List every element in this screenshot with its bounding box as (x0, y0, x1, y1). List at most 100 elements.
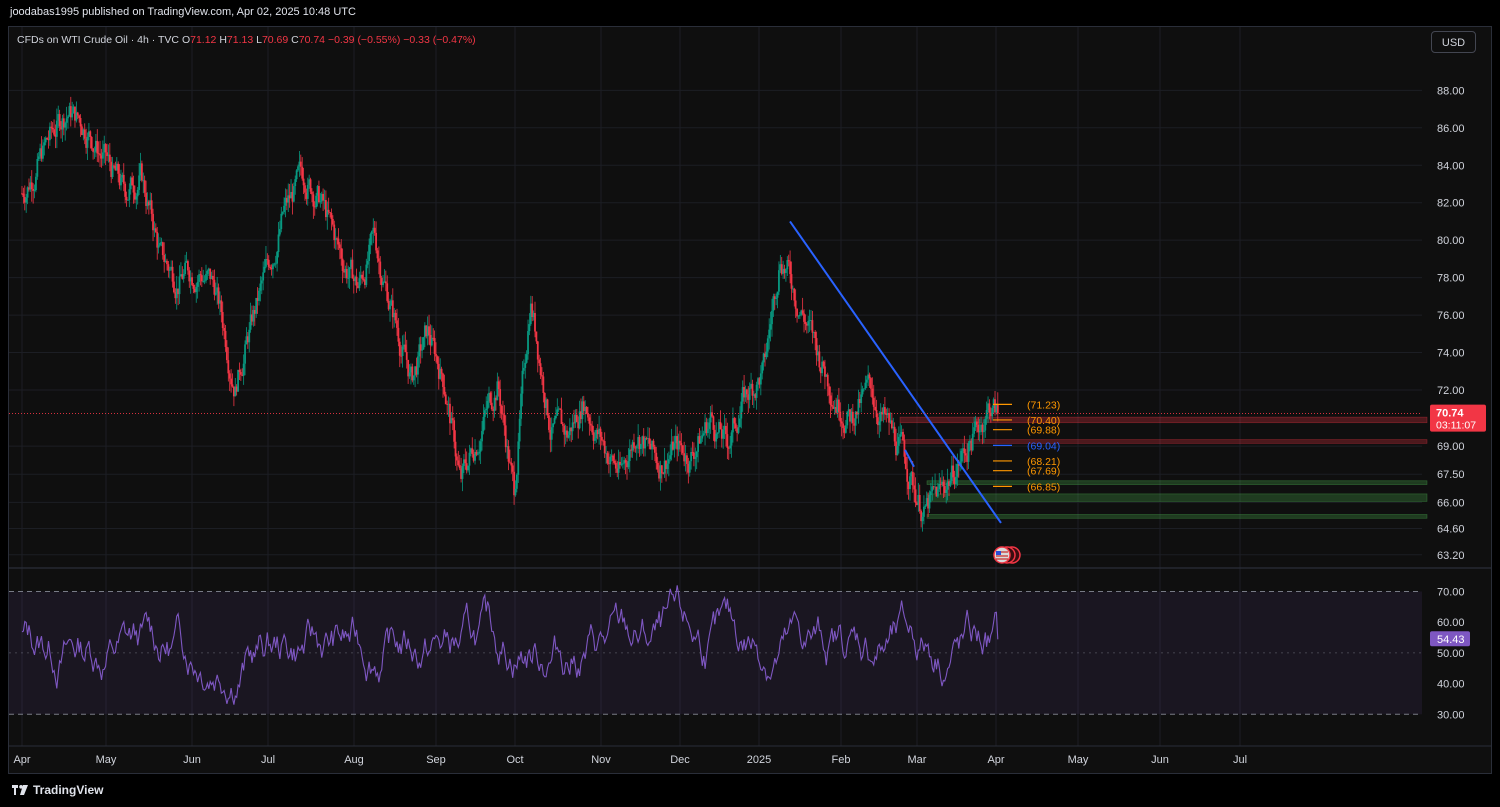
candle-body (840, 421, 843, 424)
candle-body (525, 354, 528, 363)
candle-body (186, 261, 189, 271)
candle-body (311, 191, 313, 195)
candle-body (807, 321, 810, 326)
open-value: 71.12 (190, 34, 217, 46)
candle-body (759, 373, 762, 385)
support-zone (926, 514, 1428, 519)
candle-body (606, 453, 609, 464)
candle-body (588, 417, 591, 424)
candle-body (984, 418, 987, 431)
candle-body (601, 436, 603, 441)
candle-body (761, 362, 764, 374)
candle-body (522, 367, 525, 371)
candle-body (924, 505, 927, 507)
candle-body (511, 465, 514, 472)
candle-body (699, 438, 702, 444)
chart-canvas[interactable]: (71.23)(70.40)(69.88)(69.04)(68.21)(67.6… (0, 0, 1500, 807)
resistance-zone (899, 439, 1428, 444)
price-tick-label: 67.50 (1437, 469, 1465, 481)
symbol-name[interactable]: CFDs on WTI Crude Oil · 4h · TVC (17, 34, 179, 46)
candle-body (725, 425, 727, 435)
candle-body (870, 378, 872, 389)
candle-body (48, 126, 51, 141)
candle-body (681, 445, 684, 454)
candle-body (883, 407, 886, 414)
candle-body (745, 389, 748, 395)
rsi-axis[interactable]: 70.00 60.00 50.00 40.00 30.00 54.43 (1430, 586, 1470, 721)
candle-body (457, 460, 460, 466)
price-axis[interactable]: 88.00 86.00 84.00 82.00 80.00 78.00 76.00 74.00… (9, 85, 1486, 562)
candle-body (656, 462, 659, 470)
candle-body (539, 363, 542, 376)
time-axis[interactable]: Apr May Jun Jul Aug Sep Oct Nov Dec 2025 Feb Mar Apr… (13, 754, 1247, 766)
candle-body (667, 459, 670, 464)
candle-body (963, 448, 966, 454)
candle-body (244, 344, 246, 364)
candle-body (277, 234, 280, 253)
candle-body (975, 421, 978, 425)
candle-body (67, 116, 69, 119)
us-flag-event-icon[interactable] (993, 546, 1021, 564)
candle-body (37, 156, 40, 159)
candle-body (443, 386, 446, 395)
candle-body (567, 435, 570, 438)
candle-body (200, 275, 203, 282)
time-tick-label: Apr (987, 754, 1004, 766)
candle-body (612, 455, 614, 461)
candle-body (192, 284, 195, 289)
candle-body (599, 428, 602, 437)
candle-body (78, 115, 81, 119)
candle-body (280, 213, 283, 230)
candle-body (369, 233, 372, 245)
candle-body (302, 178, 305, 186)
currency-button[interactable]: USD (1431, 31, 1476, 53)
price-zones[interactable] (899, 416, 1428, 519)
candle-body (613, 460, 616, 463)
candle-body (585, 406, 588, 414)
candle-body (454, 441, 457, 457)
candle-body (231, 384, 234, 387)
candle-body (230, 378, 232, 385)
candle-body (786, 260, 789, 270)
time-tick-label: Sep (426, 754, 446, 766)
candle-body (223, 328, 226, 331)
level-label: (66.85) (1027, 481, 1060, 493)
candle-body (902, 431, 904, 441)
candle-body (373, 227, 376, 233)
candle-body (278, 229, 281, 235)
tradingview-logo[interactable]: TradingView (12, 783, 103, 797)
candle-body (510, 462, 513, 466)
last-price-label: 70.74 (1436, 408, 1464, 420)
candle-body (297, 166, 299, 171)
candle-body (205, 273, 207, 281)
candle-body (960, 450, 963, 462)
candle-body (140, 163, 143, 181)
candle-body (785, 269, 787, 274)
candle-body (329, 212, 331, 214)
tradingview-brand: TradingView (33, 783, 104, 797)
candle-body (708, 422, 711, 429)
candle-body (248, 329, 251, 343)
candle-body (648, 438, 651, 444)
candle-body (860, 394, 863, 404)
candle-body (386, 283, 389, 301)
candle-body (30, 182, 33, 190)
candle-body (680, 443, 683, 446)
candle-body (748, 387, 751, 400)
candle-body (535, 331, 538, 342)
rsi-pane (9, 585, 1422, 715)
candle-body (315, 195, 318, 208)
candle-body (394, 312, 397, 321)
candle-body (384, 281, 387, 284)
candle-body (789, 261, 791, 275)
candle-body (520, 393, 522, 419)
level-label: (69.88) (1027, 425, 1060, 437)
candle-body (333, 224, 336, 241)
candle-body (468, 452, 471, 466)
candle-body (911, 471, 914, 486)
candle-body (421, 349, 423, 351)
candle-body (481, 431, 483, 442)
candle-body (978, 430, 981, 433)
candle-body (644, 438, 647, 449)
candle-body (942, 481, 945, 487)
